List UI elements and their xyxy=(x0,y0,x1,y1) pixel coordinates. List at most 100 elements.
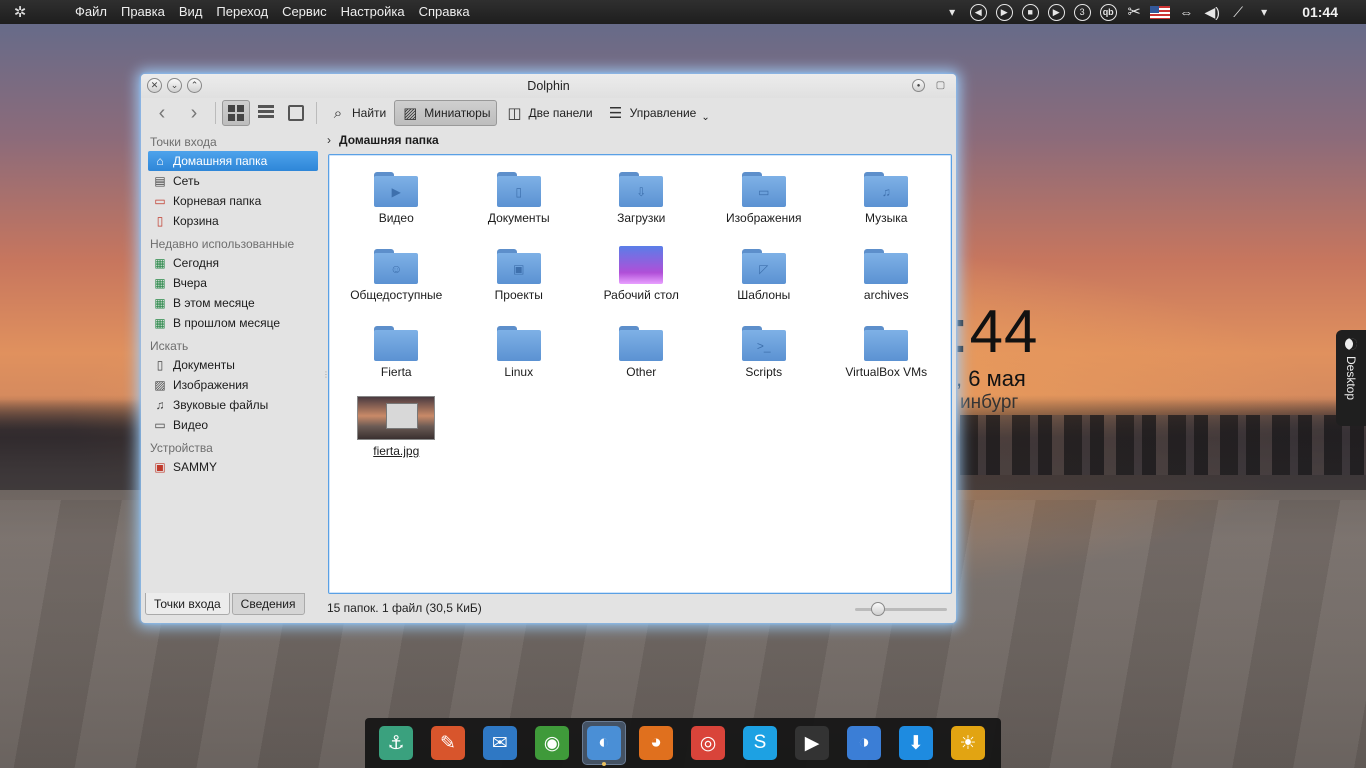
desktop-toolbox-icon xyxy=(1345,338,1357,350)
widget-date: , 6 мая xyxy=(956,366,1026,391)
details-view-button[interactable] xyxy=(252,100,280,126)
folder-item[interactable]: Other xyxy=(580,315,703,392)
places-item[interactable]: ⌂ Домашняя папка xyxy=(148,151,318,171)
folder-item[interactable]: >_ Scripts xyxy=(703,315,826,392)
tray-expand-icon[interactable]: ▾ xyxy=(942,2,962,22)
compact-view-button[interactable] xyxy=(282,100,310,126)
widget-time: :44 xyxy=(952,298,1039,365)
weather-app-icon[interactable]: ☀ xyxy=(947,722,989,764)
places-item[interactable]: ▭ Корневая папка xyxy=(145,191,321,211)
file-item[interactable]: fierta.jpg xyxy=(335,392,458,469)
folder-item[interactable]: Рабочий стол xyxy=(580,238,703,315)
previews-button[interactable]: ▨ Миниатюры xyxy=(394,100,498,126)
folder-icon xyxy=(619,323,664,361)
keep-above-icon[interactable]: ● xyxy=(911,78,926,93)
media-prev-icon[interactable]: ◀ xyxy=(968,2,988,22)
zoom-slider-handle[interactable] xyxy=(871,602,885,616)
file-view[interactable]: ▶ Видео ▯ Документы ⇩ Загрузки ▭ Изображения ♫ Му… xyxy=(328,154,952,594)
skype-app-icon[interactable]: S xyxy=(739,722,781,764)
places-item[interactable]: ▨ Изображения xyxy=(145,375,321,395)
media-stop-icon[interactable]: ■ xyxy=(1020,2,1040,22)
window-menu-icon[interactable]: ▢ xyxy=(933,78,948,93)
folder-item[interactable]: ⇩ Загрузки xyxy=(580,161,703,238)
qbittorrent-icon[interactable]: qb xyxy=(1098,2,1118,22)
menu-file[interactable]: Файл xyxy=(68,0,114,24)
places-item[interactable]: ▦ В прошлом месяце xyxy=(145,313,321,333)
chrome-app-icon[interactable]: ◎ xyxy=(687,722,729,764)
compact-view-icon xyxy=(288,105,304,121)
places-item[interactable]: ▦ Сегодня xyxy=(145,253,321,273)
zoom-slider[interactable] xyxy=(855,602,947,616)
menu-help[interactable]: Справка xyxy=(412,0,477,24)
breadcrumb-chevron-icon[interactable]: › xyxy=(327,133,331,147)
panel-splitter-handle[interactable]: ⋮ xyxy=(322,370,330,380)
panel-clock[interactable]: 01:44 xyxy=(1302,4,1338,20)
kde-launcher-icon[interactable]: ✲ xyxy=(0,0,40,24)
rss-app-icon[interactable]: ◉ xyxy=(531,722,573,764)
folder-item[interactable]: ♫ Музыка xyxy=(825,161,948,238)
places-item[interactable]: ▭ Видео xyxy=(145,415,321,435)
folder-item[interactable]: ▣ Проекты xyxy=(458,238,581,315)
dolphin-app-icon[interactable]: ◐ xyxy=(582,721,626,766)
paint-app-icon[interactable]: ✎ xyxy=(427,722,469,764)
menu-view[interactable]: Вид xyxy=(172,0,210,24)
menu-go[interactable]: Переход xyxy=(209,0,275,24)
scissors-icon[interactable]: ✂ xyxy=(1124,2,1144,22)
media-next-icon[interactable]: ▶ xyxy=(1046,2,1066,22)
folder-item[interactable]: ▶ Видео xyxy=(335,161,458,238)
control-menu-button[interactable]: ☰ Управление ⌄ xyxy=(601,100,716,126)
places-item[interactable]: ▤ Сеть xyxy=(145,171,321,191)
volume-icon[interactable]: ◀) xyxy=(1202,2,1222,22)
places-item-label: Корзина xyxy=(173,214,219,228)
folder-item[interactable]: ▭ Изображения xyxy=(703,161,826,238)
keyboard-layout-flag-icon[interactable] xyxy=(1150,2,1171,22)
find-button[interactable]: ⌕ Найти xyxy=(323,100,392,126)
folder-item[interactable]: ▯ Документы xyxy=(458,161,581,238)
back-button[interactable]: ‹ xyxy=(147,100,177,126)
split-view-button[interactable]: ◫ Две панели xyxy=(499,100,598,126)
media-play-icon[interactable]: ▶ xyxy=(994,2,1014,22)
global-menu: Файл Правка Вид Переход Сервис Настройка… xyxy=(68,0,477,24)
menu-tools[interactable]: Сервис xyxy=(275,0,334,24)
folder-item[interactable]: archives xyxy=(825,238,948,315)
places-item[interactable]: ▣ SAMMY xyxy=(145,457,321,477)
network-icon[interactable]: ⟋ xyxy=(1228,2,1248,22)
breadcrumb-home[interactable]: Домашняя папка xyxy=(339,133,439,147)
background-buildings xyxy=(960,415,1366,475)
download-app-icon[interactable]: ⬇ xyxy=(895,722,937,764)
tab-information[interactable]: Сведения xyxy=(231,593,305,615)
places-item[interactable]: ♫ Звуковые файлы xyxy=(145,395,321,415)
forward-button[interactable]: › xyxy=(179,100,209,126)
usb-icon[interactable]: ⇔ xyxy=(1176,2,1196,22)
media-player-app-icon[interactable]: ▶ xyxy=(791,722,833,764)
mail-app-icon[interactable]: ✉ xyxy=(479,722,521,764)
tray-menu-icon[interactable]: ▾ xyxy=(1254,2,1274,22)
toggle-app-icon[interactable]: ◑ xyxy=(843,722,885,764)
search-icon: ⌕ xyxy=(333,104,343,122)
folder-item[interactable]: ☺ Общедоступные xyxy=(335,238,458,315)
desktop-clock-widget: :44 , 6 мая инбург xyxy=(952,298,1038,414)
folder-item[interactable]: VirtualBox VMs xyxy=(825,315,948,392)
places-item-label: В этом месяце xyxy=(173,296,255,310)
notification-badge[interactable]: 3 xyxy=(1072,2,1092,22)
menu-edit[interactable]: Правка xyxy=(114,0,172,24)
anchor-app-icon[interactable]: ⚓ xyxy=(375,722,417,764)
menu-settings[interactable]: Настройка xyxy=(334,0,412,24)
places-group-header: Искать xyxy=(150,339,189,353)
folder-item[interactable]: Linux xyxy=(458,315,581,392)
desktop-toolbox-tab[interactable]: Desktop xyxy=(1336,330,1366,426)
folder-item[interactable]: ◸ Шаблоны xyxy=(703,238,826,315)
folder-icon: ▶ xyxy=(374,169,419,207)
root-folder-icon: ▭ xyxy=(154,194,166,208)
tab-places[interactable]: Точки входа xyxy=(145,593,230,615)
window-titlebar[interactable]: ✕ ⌄ ⌃ Dolphin ● ▢ xyxy=(141,74,956,98)
places-item[interactable]: ▯ Корзина xyxy=(145,211,321,231)
places-item[interactable]: ▦ В этом месяце xyxy=(145,293,321,313)
folder-item[interactable]: Fierta xyxy=(335,315,458,392)
places-item[interactable]: ▦ Вчера xyxy=(145,273,321,293)
places-item[interactable]: ▯ Документы xyxy=(145,355,321,375)
sliders-icon: ☰ xyxy=(608,105,623,122)
file-name: Шаблоны xyxy=(737,288,791,302)
firefox-app-icon[interactable]: ◕ xyxy=(635,722,677,764)
icons-view-button[interactable] xyxy=(222,100,250,126)
